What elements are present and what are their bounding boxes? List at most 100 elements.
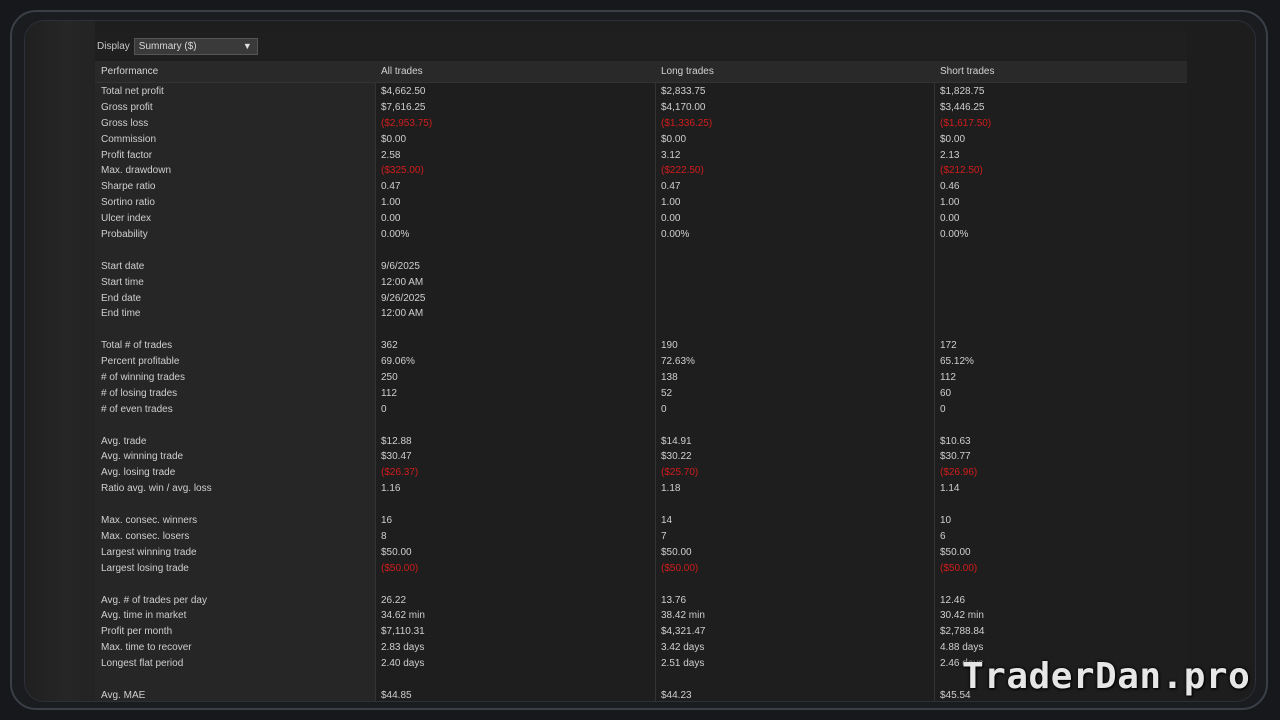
table-row[interactable]: Percent profitable 69.06% 72.63% 65.12%	[95, 354, 1187, 370]
table-row[interactable]: Total # of trades 362 190 172	[95, 338, 1187, 354]
table-row[interactable]: Ulcer index 0.00 0.00 0.00	[95, 211, 1187, 227]
cell-all-trades: 9/6/2025	[381, 260, 420, 272]
table-row[interactable]: Gross loss ($2,953.75) ($1,336.25) ($1,617.…	[95, 116, 1187, 132]
cell-long-trades: ($222.50)	[661, 165, 704, 177]
cell-all-trades: 362	[381, 340, 398, 352]
cell-long-trades: 138	[661, 372, 678, 384]
table-row[interactable]: Profit factor 2.58 3.12 2.13	[95, 148, 1187, 164]
display-label: Display	[97, 40, 130, 52]
cell-all-trades: $44.85	[381, 689, 412, 701]
cell-all-trades: 2.83 days	[381, 642, 425, 654]
row-label: Longest flat period	[101, 658, 184, 670]
cell-short-trades: 60	[940, 387, 952, 399]
header-long-trades[interactable]: Long trades	[661, 61, 714, 82]
row-label: # of even trades	[101, 403, 173, 415]
cell-all-trades: ($325.00)	[381, 165, 424, 177]
cell-long-trades: ($50.00)	[661, 562, 699, 574]
table-row[interactable]: Avg. time in market 34.62 min 38.42 min 30.…	[95, 608, 1187, 624]
cell-all-trades: 69.06%	[381, 356, 415, 368]
table-row[interactable]	[95, 322, 1187, 338]
table-row[interactable]: End time 12:00 AM	[95, 306, 1187, 322]
cell-short-trades: 112	[940, 372, 956, 384]
table-row[interactable]: Sortino ratio 1.00 1.00 1.00	[95, 195, 1187, 211]
row-label: # of winning trades	[101, 372, 185, 384]
row-label: Sortino ratio	[101, 197, 155, 209]
cell-short-trades: 4.88 days	[940, 642, 984, 654]
row-label: Total net profit	[101, 86, 164, 97]
cell-all-trades: 1.16	[381, 483, 401, 495]
table-row[interactable]: Avg. # of trades per day 26.22 13.76 12.46	[95, 593, 1187, 609]
table-row[interactable]: Gross profit $7,616.25 $4,170.00 $3,446.25	[95, 100, 1187, 116]
row-label: Largest losing trade	[101, 562, 189, 574]
cell-all-trades: 9/26/2025	[381, 292, 426, 304]
cell-short-trades: 1.14	[940, 483, 960, 495]
row-label: Sharpe ratio	[101, 181, 156, 193]
cell-short-trades: 1.00	[940, 197, 960, 209]
cell-long-trades: 3.42 days	[661, 642, 705, 654]
table-row[interactable]	[95, 418, 1187, 434]
row-label: Max. time to recover	[101, 642, 192, 654]
cell-all-trades: 0.00	[381, 213, 401, 225]
table-row[interactable]: Profit per month $7,110.31 $4,321.47 $2,788…	[95, 624, 1187, 640]
row-label: End date	[101, 292, 142, 304]
cell-long-trades: 2.51 days	[661, 658, 705, 670]
cell-long-trades: $44.23	[661, 689, 692, 701]
table-row[interactable]: Start date 9/6/2025	[95, 259, 1187, 275]
table-row[interactable]	[95, 497, 1187, 513]
row-label: Max. consec. losers	[101, 530, 190, 542]
table-row[interactable]: # of losing trades 112 52 60	[95, 386, 1187, 402]
table-row[interactable]: Commission $0.00 $0.00 $0.00	[95, 132, 1187, 148]
table-row[interactable]: Max. drawdown ($325.00) ($222.50) ($212.50)	[95, 163, 1187, 179]
row-label: Largest winning trade	[101, 546, 197, 558]
row-label: Avg. winning trade	[101, 451, 184, 463]
table-row[interactable]: Probability 0.00% 0.00% 0.00%	[95, 227, 1187, 243]
header-all-trades[interactable]: All trades	[381, 61, 423, 82]
cell-short-trades: ($26.96)	[940, 467, 978, 479]
cell-long-trades: 14	[661, 515, 673, 527]
table-row[interactable]: Avg. trade $12.88 $14.91 $10.63	[95, 434, 1187, 450]
table-row[interactable]: Start time 12:00 AM	[95, 275, 1187, 291]
cell-short-trades: 0.00	[940, 213, 960, 225]
display-select[interactable]: Summary ($) ▼	[133, 37, 258, 55]
cell-all-trades: $50.00	[381, 546, 412, 558]
cell-all-trades: $7,616.25	[381, 101, 426, 113]
table-row[interactable]: Sharpe ratio 0.47 0.47 0.46	[95, 179, 1187, 195]
table-row[interactable]: Max. consec. losers 8 7 6	[95, 529, 1187, 545]
cell-long-trades: 0.00	[661, 213, 681, 225]
table-row[interactable]	[95, 577, 1187, 593]
grid-header: Performance All trades Long trades Short…	[95, 61, 1187, 83]
cell-long-trades: 13.76	[661, 594, 687, 606]
row-label: Avg. # of trades per day	[101, 594, 207, 606]
cell-long-trades: 38.42 min	[661, 610, 705, 622]
header-short-trades[interactable]: Short trades	[940, 61, 994, 82]
row-label: # of losing trades	[101, 387, 178, 399]
row-label: Avg. trade	[101, 435, 147, 447]
table-row[interactable]: End date 9/26/2025	[95, 291, 1187, 307]
cell-long-trades: 190	[661, 340, 678, 352]
display-toolbar: Display Summary ($) ▼	[95, 33, 1187, 59]
cell-short-trades: $1,828.75	[940, 86, 985, 97]
cell-short-trades: $10.63	[940, 435, 971, 447]
cell-all-trades: $0.00	[381, 133, 407, 145]
table-row[interactable]: Ratio avg. win / avg. loss 1.16 1.18 1.14	[95, 481, 1187, 497]
cell-all-trades: 12:00 AM	[381, 308, 424, 320]
table-row[interactable]	[95, 243, 1187, 259]
table-row[interactable]: # of even trades 0 0 0	[95, 402, 1187, 418]
cell-all-trades: 1.00	[381, 197, 401, 209]
cell-short-trades: $2,788.84	[940, 626, 985, 638]
cell-long-trades: $2,833.75	[661, 86, 706, 97]
table-row[interactable]: Max. time to recover 2.83 days 3.42 days 4.…	[95, 640, 1187, 656]
table-row[interactable]: Avg. winning trade $30.47 $30.22 $30.77	[95, 449, 1187, 465]
header-performance[interactable]: Performance	[101, 61, 158, 82]
table-row[interactable]: Largest losing trade ($50.00) ($50.00) ($50…	[95, 561, 1187, 577]
table-row[interactable]: Max. consec. winners 16 14 10	[95, 513, 1187, 529]
table-row[interactable]: Avg. losing trade ($26.37) ($25.70) ($26.96…	[95, 465, 1187, 481]
table-row[interactable]: Total net profit $4,662.50 $2,833.75 $1,828…	[95, 84, 1187, 100]
right-panel	[1185, 21, 1255, 701]
cell-long-trades: 3.12	[661, 149, 681, 161]
row-label: Avg. MAE	[101, 689, 146, 701]
table-row[interactable]: # of winning trades 250 138 112	[95, 370, 1187, 386]
table-row[interactable]: Largest winning trade $50.00 $50.00 $50.00	[95, 545, 1187, 561]
cell-short-trades: ($50.00)	[940, 562, 978, 574]
cell-all-trades: 0	[381, 403, 387, 415]
